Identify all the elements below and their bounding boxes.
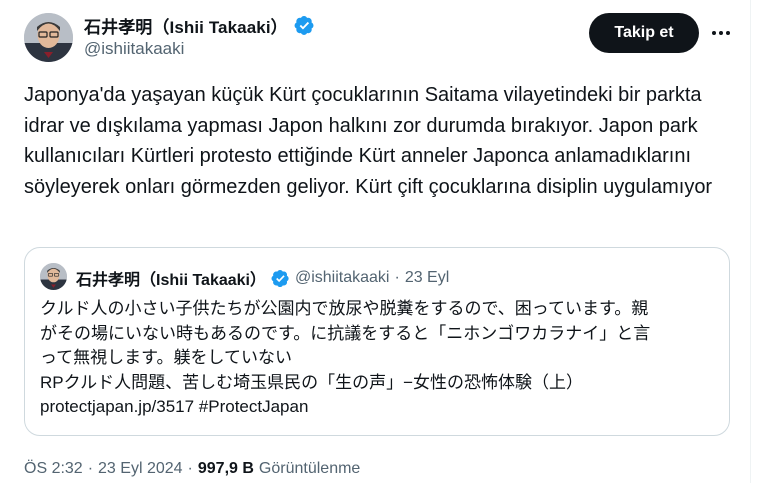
quoted-text-line: RPクルド人問題、苦しむ埼玉県民の「生の声」−女性の恐怖体験（上） <box>40 372 584 392</box>
quoted-display-name[interactable]: 石井孝明（Ishii Takaaki） <box>76 266 266 290</box>
views-label: Görüntülenme <box>258 460 361 477</box>
views-count: 997,9 B <box>197 460 254 477</box>
quoted-link-line[interactable]: protectjapan.jp/3517 #ProtectJapan <box>40 395 720 420</box>
quoted-verified-badge-icon <box>271 269 290 288</box>
quoted-text-line: クルド人の小さい子供たちが公園内で放尿や脱糞をするので、困っています。親 <box>40 299 649 318</box>
footer-separator: · <box>187 460 193 477</box>
more-options-icon[interactable] <box>708 20 734 46</box>
author-avatar[interactable] <box>24 13 73 62</box>
tweet-text: Japonya'da yaşayan küçük Kürt çocukların… <box>24 84 713 198</box>
quoted-text-line: がその場にいない時もあるのです。に抗議をすると「ニホンゴワカラナイ」と言 <box>40 323 651 343</box>
quoted-date[interactable]: 23 Eyl <box>405 269 449 287</box>
author-name-row: 石井孝明（Ishii Takaaki） <box>84 13 315 38</box>
follow-button[interactable]: Takip et <box>589 13 699 53</box>
tweet-time[interactable]: ÖS 2:32 <box>24 460 83 478</box>
quoted-handle[interactable]: @ishiitakaaki <box>295 269 390 287</box>
tweet-footer: ÖS 2:32 · 23 Eyl 2024 · 997,9 B Görüntül… <box>24 460 360 478</box>
column-divider <box>750 0 751 483</box>
quoted-text: クルド人の小さい子供たちが公園内で放尿や脱糞をするので、困っています。親 がその… <box>40 297 720 420</box>
footer-separator: · <box>87 460 94 477</box>
quoted-separator: · <box>394 269 400 286</box>
tweet: 石井孝明（Ishii Takaaki） @ishiitakaaki Takip … <box>0 0 761 483</box>
quoted-text-line: って無視します。躾をしていない <box>40 348 292 367</box>
verified-badge-icon[interactable] <box>294 15 315 36</box>
author-display-name[interactable]: 石井孝明（Ishii Takaaki） <box>84 13 288 38</box>
quoted-tweet[interactable]: 石井孝明（Ishii Takaaki） @ishiitakaaki · 23 E… <box>24 247 730 436</box>
author-handle[interactable]: @ishiitakaaki <box>84 39 184 59</box>
tweet-date[interactable]: 23 Eyl 2024 <box>98 460 183 478</box>
quoted-header: 石井孝明（Ishii Takaaki） @ishiitakaaki · 23 E… <box>76 266 449 290</box>
quoted-author-avatar[interactable] <box>40 263 67 290</box>
